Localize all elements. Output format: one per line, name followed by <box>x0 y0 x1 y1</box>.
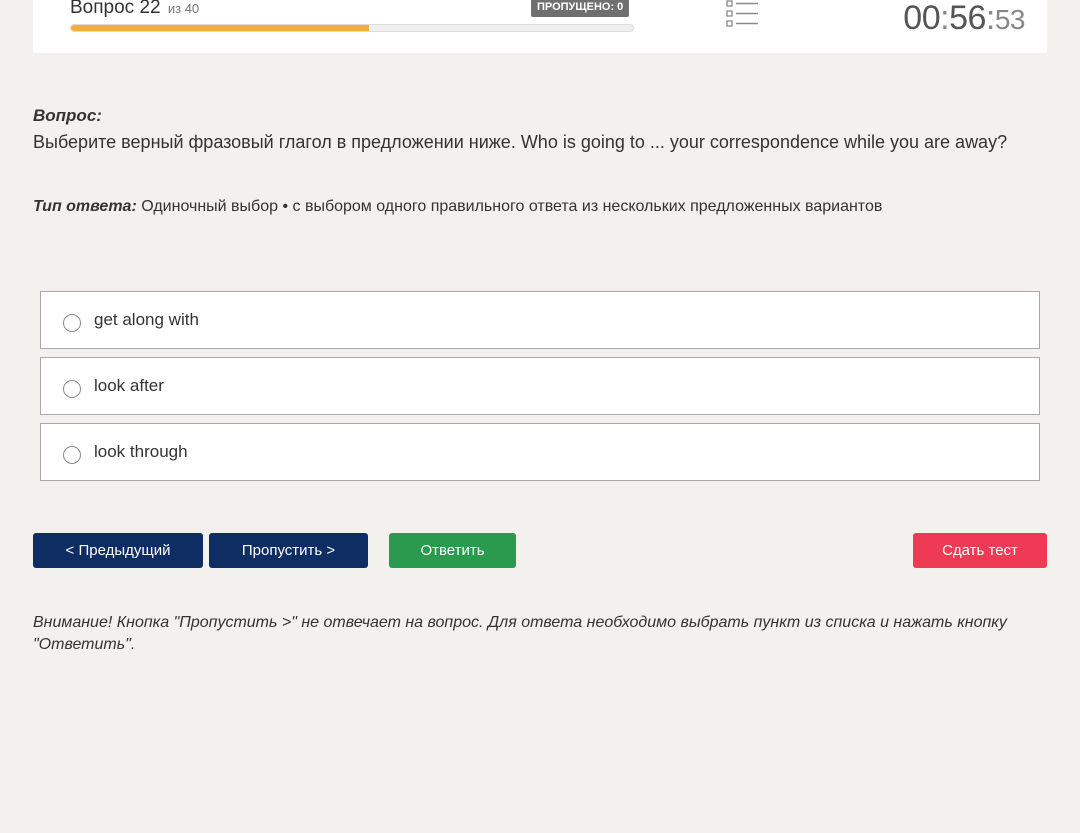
timer-minutes: 56 <box>949 0 986 37</box>
radio-button[interactable] <box>63 314 81 332</box>
progress-fill <box>71 25 369 31</box>
option-3[interactable]: look through <box>40 423 1040 481</box>
option-text: look after <box>94 376 164 395</box>
radio-button[interactable] <box>63 380 81 398</box>
question-total: из 40 <box>167 1 200 16</box>
skip-button[interactable]: Пропустить > <box>209 533 368 568</box>
question-number: Вопрос 22 <box>70 0 161 18</box>
timer: 00:56:53 <box>903 0 1026 37</box>
skipped-badge: ПРОПУЩЕНО: 0 <box>531 0 630 17</box>
question-label: Вопрос: <box>33 106 102 125</box>
options-list: get along with look after look through <box>40 291 1040 489</box>
option-text: get along with <box>94 310 199 329</box>
test-page: Вопрос 22 из 40 ПРОПУЩЕНО: 0 00:56:53 Во… <box>0 0 1080 833</box>
answer-type-label: Тип ответа: <box>33 198 137 215</box>
question-text: Выберите верный фразовый глагол в предло… <box>33 132 1008 152</box>
option-text: look through <box>94 442 188 461</box>
timer-seconds: 53 <box>994 4 1026 35</box>
radio-button[interactable] <box>63 446 81 464</box>
answer-type: Тип ответа: Одиночный выбор • с выбором … <box>33 198 882 216</box>
option-2[interactable]: look after <box>40 357 1040 415</box>
question-counter: Вопрос 22 из 40 <box>70 0 199 21</box>
question-list-icon[interactable] <box>725 0 761 30</box>
progress-bar <box>70 24 634 32</box>
submit-test-button[interactable]: Сдать тест <box>913 533 1047 568</box>
header-panel: Вопрос 22 из 40 ПРОПУЩЕНО: 0 00:56:53 <box>33 0 1047 53</box>
answer-button[interactable]: Ответить <box>389 533 516 568</box>
answer-type-value: Одиночный выбор • с выбором одного прави… <box>141 198 883 215</box>
timer-hours: 00 <box>903 0 941 37</box>
warning-text: Внимание! Кнопка "Пропустить >" не отвеч… <box>33 614 1007 653</box>
option-1[interactable]: get along with <box>40 291 1040 349</box>
previous-button[interactable]: < Предыдущий <box>33 533 203 568</box>
